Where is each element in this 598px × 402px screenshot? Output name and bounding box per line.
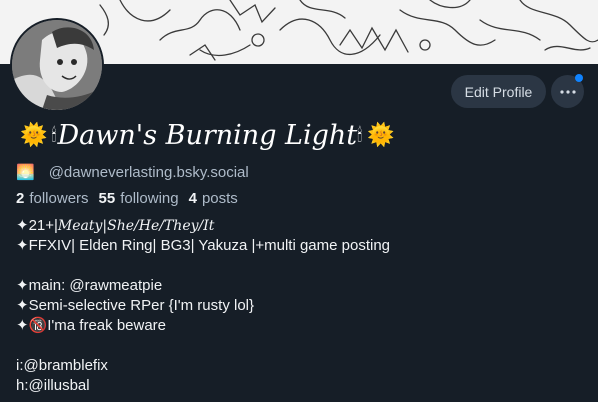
sun-emoji-icon: 🌞 [20, 122, 48, 148]
bio-line1-prefix: ✦21+| [16, 217, 58, 234]
avatar[interactable] [10, 18, 104, 112]
ellipsis-icon [559, 89, 576, 94]
profile-display-name-row: 🌞 🕯 Dawn's Burning Light 🕯 🌞 [16, 117, 399, 153]
bio-line: ✦FFXIV| Elden Ring| BG3| Yakuza |+multi … [16, 237, 391, 254]
bio-line5-prefix: ✦ [16, 317, 29, 334]
bio-line: ✦main: @rawmeatpie [16, 276, 390, 296]
followers-link[interactable]: 2 followers [16, 190, 89, 207]
notification-dot [575, 74, 583, 82]
posts-count: 4 [188, 189, 197, 207]
bio-line5-text: I'ma freak beware [47, 317, 167, 334]
edit-profile-label: Edit Profile [464, 83, 533, 100]
posts-label: posts [201, 189, 238, 207]
profile-handle: @dawneverlasting.bsky.social [48, 163, 249, 181]
bio-line: h:@illusbal [16, 377, 90, 394]
bio-line3: ✦main: @rawmeatpie [16, 277, 163, 294]
profile-bio: ✦21+|Meaty|She/He/They/It ✦FFXIV| Elden … [16, 216, 390, 396]
followers-label: followers [29, 189, 89, 207]
bio-line: ✦🔞I'ma freak beware [16, 316, 390, 336]
posts-stat: 4 posts [189, 190, 238, 207]
sun-emoji-icon: 🌞 [367, 122, 395, 148]
followers-count: 2 [16, 189, 25, 207]
following-count: 55 [98, 189, 116, 207]
following-label: following [120, 189, 179, 207]
edit-profile-button[interactable]: Edit Profile [451, 75, 546, 108]
candle-emoji-icon: 🕯 [51, 124, 57, 146]
profile-handle-row: 🌅 @dawneverlasting.bsky.social [16, 162, 249, 182]
profile-stats: 2 followers 55 following 4 posts [16, 188, 238, 208]
bio-line: i:@bramblefix [16, 357, 108, 374]
sunrise-emoji-icon: 🌅 [16, 164, 35, 181]
bio-line: ✦Semi-selective RPer {I'm rusty lol} [16, 297, 255, 314]
bio-line1-styled: Meaty|She/He/They/It [57, 218, 215, 234]
following-link[interactable]: 55 following [99, 190, 179, 207]
candle-emoji-icon: 🕯 [357, 124, 363, 146]
profile-display-name: Dawn's Burning Light [57, 119, 358, 151]
no-under-18-icon: 🔞 [28, 317, 48, 334]
bio-line: ✦21+|Meaty|She/He/They/It [16, 216, 390, 236]
